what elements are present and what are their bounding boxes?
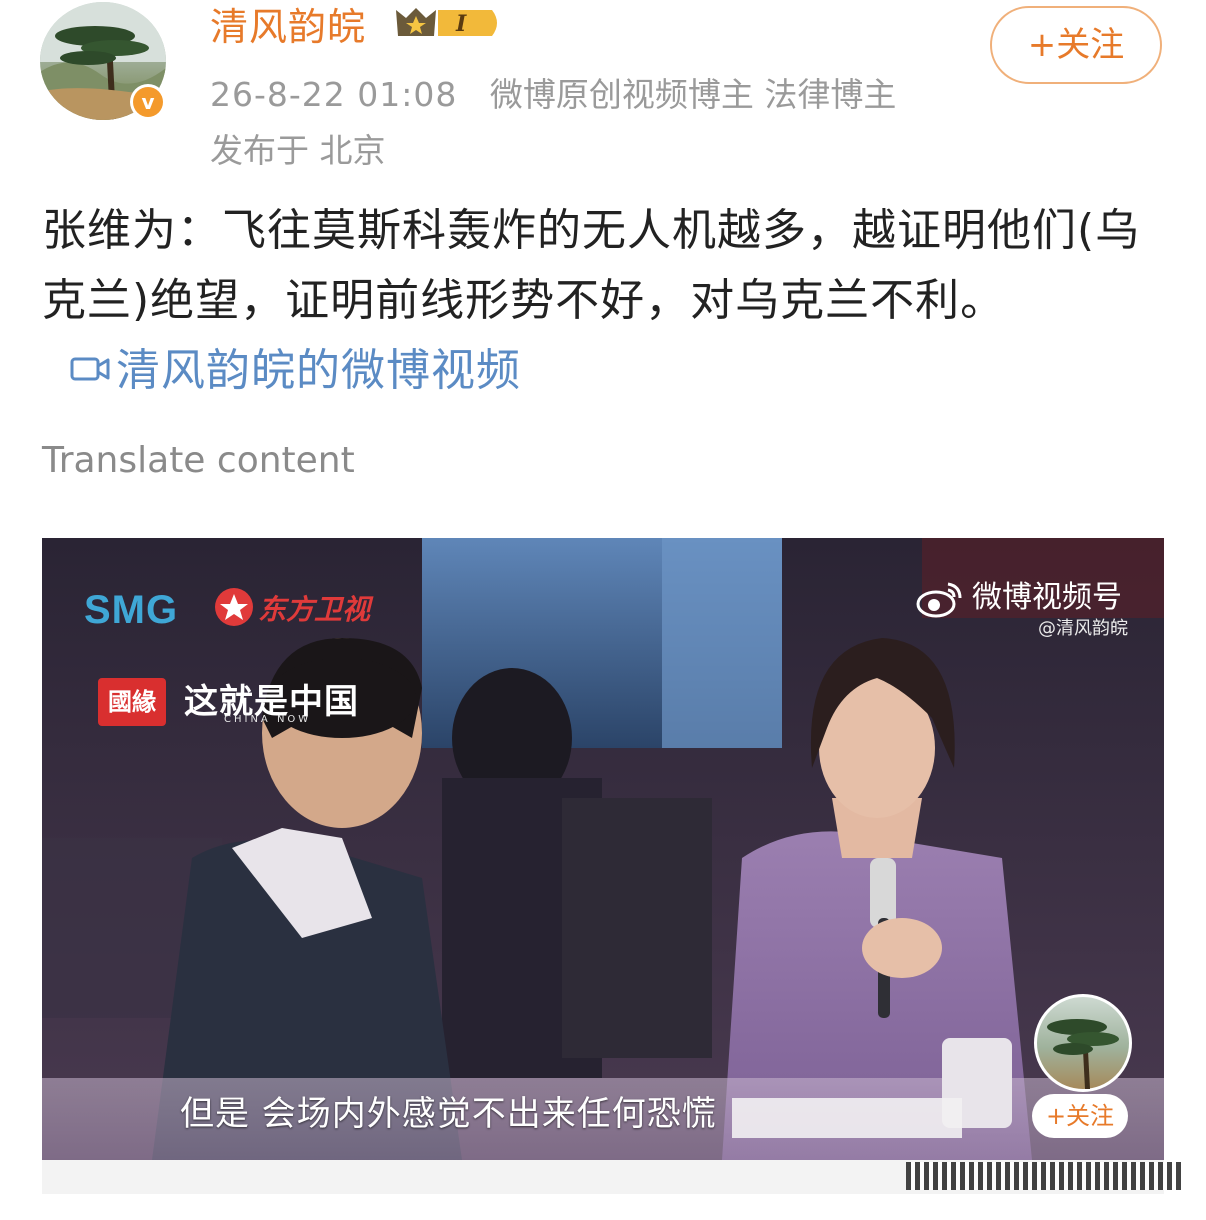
post-header: v 清风韵皖 I +关注 26-8-22 01:08 微博原创视频博主 法律博主… xyxy=(0,0,1206,180)
video-link[interactable]: 清风韵皖的微博视频 xyxy=(42,345,521,396)
post-meta: 26-8-22 01:08 微博原创视频博主 法律博主 xyxy=(210,68,896,116)
dragon-tv-logo-icon xyxy=(215,588,253,626)
level-label: I xyxy=(455,11,467,37)
verified-badge: v xyxy=(130,84,166,120)
post-text: 张维为：飞往莫斯科轰炸的无人机越多，越证明他们(乌克兰)绝望，证明前线形势不好，… xyxy=(42,205,1141,326)
channel-name: 东方卫视 xyxy=(258,593,371,626)
post-body: 张维为：飞往莫斯科轰炸的无人机越多，越证明他们(乌克兰)绝望，证明前线形势不好，… xyxy=(42,196,1172,406)
video-player[interactable]: SMG 东方卫视 國緣 这就是中国 CHINA NOW 微博视频号 @清风韵皖 … xyxy=(42,538,1164,1160)
verified-v-icon: v xyxy=(133,87,163,117)
follow-button[interactable]: +关注 xyxy=(990,6,1162,84)
show-subtitle: CHINA NOW xyxy=(224,714,312,725)
watermark-brand: 微博视频号 xyxy=(972,580,1122,615)
translate-link[interactable]: Translate content xyxy=(42,440,355,481)
weibo-eye-icon xyxy=(916,582,962,617)
pine-tree-image xyxy=(1047,1019,1119,1089)
video-author-avatar[interactable] xyxy=(1034,994,1132,1092)
post-location: 发布于 北京 xyxy=(210,131,386,170)
show-badge: 國緣 xyxy=(98,678,166,726)
watermark-handle: @清风韵皖 xyxy=(1038,618,1128,639)
cropped-watermark xyxy=(906,1162,1182,1190)
weibo-video-watermark: 微博视频号 xyxy=(916,572,1122,618)
smg-logo: SMG xyxy=(84,588,179,632)
video-subtitle: 但是 会场内外感觉不出来任何恐慌 xyxy=(180,1094,717,1134)
video-frame xyxy=(42,538,1164,1160)
video-camera-icon xyxy=(70,357,110,381)
author-name[interactable]: 清风韵皖 xyxy=(210,0,366,51)
author-tags: 微博原创视频博主 法律博主 xyxy=(489,75,897,114)
video-link-label: 清风韵皖的微博视频 xyxy=(116,345,521,396)
video-follow-button[interactable]: +关注 xyxy=(1032,1094,1128,1138)
crown-level-icon: I xyxy=(396,8,497,37)
post-time: 26-8-22 01:08 xyxy=(210,75,458,114)
